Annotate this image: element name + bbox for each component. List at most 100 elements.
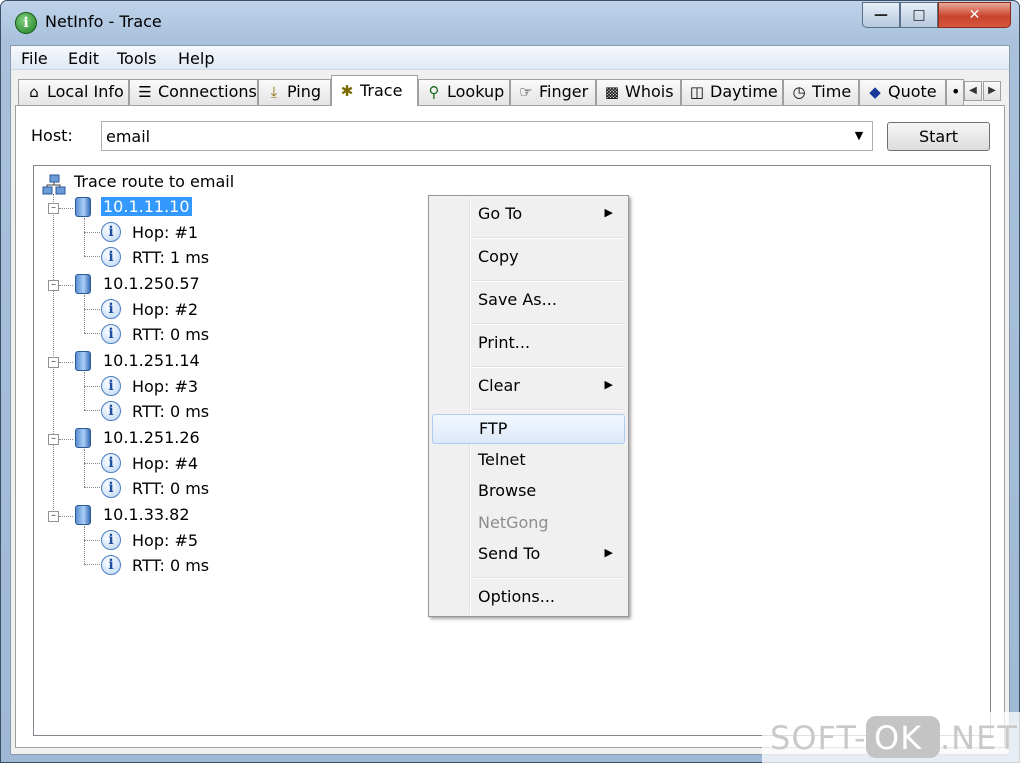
window-title: NetInfo - Trace	[45, 12, 162, 31]
tree-root-label[interactable]: Trace route to email	[74, 172, 234, 191]
tab-quote[interactable]: ◆ Quote	[859, 79, 946, 105]
tab-label: Finger	[539, 82, 589, 101]
context-menu: Go To ▶ Copy Save As... Print... Clear ▶…	[428, 195, 629, 617]
lookup-icon: ⚲	[428, 83, 440, 101]
computer-icon	[75, 428, 91, 448]
tree-connector	[84, 410, 100, 411]
close-button[interactable]: ✕	[938, 2, 1011, 28]
menu-bar: File Edit Tools Help	[11, 46, 1009, 70]
tab-label: Quote	[888, 82, 937, 101]
host-label: Host:	[31, 126, 73, 145]
menu-options[interactable]: Options...	[432, 583, 625, 613]
clock-icon: ◷	[792, 83, 806, 101]
host-combo[interactable]: email ▼	[101, 121, 873, 151]
hop-1-rtt[interactable]: RTT: 1 ms	[132, 248, 209, 267]
menu-label: Browse	[478, 481, 537, 500]
hop-3-number[interactable]: Hop: #3	[132, 377, 198, 396]
host-input[interactable]: email	[106, 127, 150, 146]
tab-daytime[interactable]: ◫ Daytime	[681, 79, 783, 105]
menu-separator	[472, 577, 624, 579]
menu-label: Send To	[478, 544, 541, 563]
hop-4-rtt[interactable]: RTT: 0 ms	[132, 479, 209, 498]
watermark-middle: OK	[874, 719, 923, 757]
tab-trace[interactable]: ✱ Trace	[331, 75, 418, 106]
tab-overflow[interactable]: •	[946, 79, 964, 105]
info-icon: i	[101, 222, 121, 242]
hop-2-ip[interactable]: 10.1.250.57	[103, 274, 200, 293]
title-bar[interactable]: i NetInfo - Trace — □ ✕	[1, 1, 1019, 45]
tree-connector	[84, 372, 85, 410]
menu-label: FTP	[479, 419, 508, 438]
menu-copy[interactable]: Copy	[432, 243, 625, 273]
hop-4-number[interactable]: Hop: #4	[132, 454, 198, 473]
tab-ping[interactable]: ⤓ Ping	[258, 79, 331, 105]
tab-finger[interactable]: ☞ Finger	[510, 79, 596, 105]
tab-scroll-right-button[interactable]: ▶	[983, 81, 1001, 101]
hop-2-rtt[interactable]: RTT: 0 ms	[132, 325, 209, 344]
menu-file[interactable]: File	[21, 49, 48, 68]
tree-connector	[59, 362, 73, 363]
info-icon: i	[101, 478, 121, 498]
tab-whois[interactable]: ▩ Whois	[596, 79, 681, 105]
hop-3-rtt[interactable]: RTT: 0 ms	[132, 402, 209, 421]
menu-go-to[interactable]: Go To ▶	[432, 200, 625, 230]
tab-local-info[interactable]: ⌂ Local Info	[18, 79, 129, 105]
tree-connector	[84, 309, 100, 310]
minimize-button[interactable]: —	[862, 2, 900, 28]
tab-label: Trace	[360, 81, 403, 100]
chevron-down-icon[interactable]: ▼	[848, 124, 870, 148]
collapse-toggle[interactable]: –	[48, 357, 59, 368]
tree-connector	[84, 295, 85, 333]
trace-icon: ✱	[340, 82, 354, 100]
info-icon: i	[101, 376, 121, 396]
daytime-icon: ◫	[689, 83, 705, 101]
hop-4-ip[interactable]: 10.1.251.26	[103, 428, 200, 447]
hop-5-rtt[interactable]: RTT: 0 ms	[132, 556, 209, 575]
house-icon: ⌂	[29, 83, 39, 101]
collapse-toggle[interactable]: –	[48, 203, 59, 214]
menu-tools[interactable]: Tools	[117, 49, 156, 68]
tree-connector	[84, 218, 85, 256]
app-info-icon[interactable]: i	[15, 12, 37, 34]
maximize-button[interactable]: □	[900, 2, 938, 28]
computer-icon	[75, 274, 91, 294]
info-icon: i	[101, 299, 121, 319]
info-icon: i	[101, 530, 121, 550]
computer-icon	[75, 505, 91, 525]
tab-scroll-left-button[interactable]: ◀	[964, 81, 982, 101]
menu-edit[interactable]: Edit	[68, 49, 99, 68]
start-button[interactable]: Start	[887, 122, 990, 151]
tab-strip: ⌂ Local Info ☰ Connections ⤓ Ping ✱ Trac…	[11, 75, 1009, 106]
menu-label: Clear	[478, 376, 520, 395]
menu-print[interactable]: Print...	[432, 329, 625, 359]
tree-connector	[84, 487, 100, 488]
collapse-toggle[interactable]: –	[48, 280, 59, 291]
menu-telnet[interactable]: Telnet	[432, 446, 625, 476]
menu-browse[interactable]: Browse	[432, 477, 625, 507]
tree-connector	[84, 526, 85, 564]
submenu-arrow-icon: ▶	[604, 546, 613, 559]
collapse-toggle[interactable]: –	[48, 434, 59, 445]
menu-clear[interactable]: Clear ▶	[432, 372, 625, 402]
menu-send-to[interactable]: Send To ▶	[432, 540, 625, 570]
tab-connections[interactable]: ☰ Connections	[129, 79, 258, 105]
hop-2-number[interactable]: Hop: #2	[132, 300, 198, 319]
tab-label: Ping	[287, 82, 322, 101]
menu-help[interactable]: Help	[178, 49, 214, 68]
menu-save-as[interactable]: Save As...	[432, 286, 625, 316]
tab-lookup[interactable]: ⚲ Lookup	[418, 79, 510, 105]
hop-3-ip[interactable]: 10.1.251.14	[103, 351, 200, 370]
ping-icon: ⤓	[270, 83, 278, 101]
tree-connector	[59, 516, 73, 517]
menu-ftp[interactable]: FTP	[432, 414, 625, 444]
tree-connector	[84, 540, 100, 541]
tree-connector	[59, 208, 73, 209]
collapse-toggle[interactable]: –	[48, 511, 59, 522]
tab-time[interactable]: ◷ Time	[783, 79, 859, 105]
hop-1-ip[interactable]: 10.1.11.10	[101, 197, 192, 216]
hop-5-ip[interactable]: 10.1.33.82	[103, 505, 190, 524]
watermark: SOFT- OK .NET	[762, 712, 1020, 763]
hop-1-number[interactable]: Hop: #1	[132, 223, 198, 242]
connections-icon: ☰	[138, 83, 152, 101]
hop-5-number[interactable]: Hop: #5	[132, 531, 198, 550]
